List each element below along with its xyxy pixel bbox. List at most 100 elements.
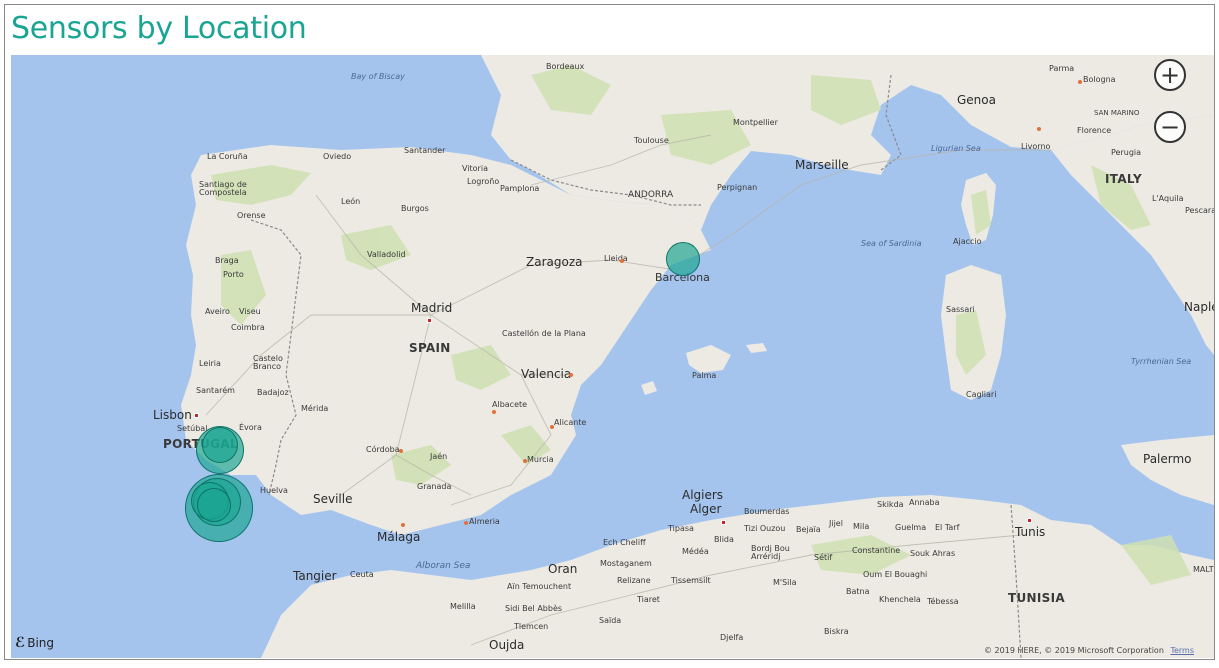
city-label-santarem: Santarém [196, 386, 235, 395]
city-label-valladolid: Valladolid [367, 250, 406, 259]
city-label-algiers: Algiers [682, 488, 724, 502]
city-label-bordj-bou-arreridj: Bordj Bou Arréridj [751, 544, 790, 561]
city-label-la-coruna: La Coruña [207, 152, 248, 161]
city-label-cagliari: Cagliari [966, 390, 997, 399]
city-label-toulouse: Toulouse [634, 136, 669, 145]
city-label-ceuta: Ceuta [350, 570, 374, 579]
city-label-alger: Alger [690, 502, 722, 516]
city-label-boumerdas: Boumerdas [744, 507, 790, 516]
city-label-naples: Naple [1184, 300, 1214, 314]
sea-label-bay-of-biscay: Bay of Biscay [351, 72, 405, 81]
city-label-palermo: Palermo [1143, 452, 1192, 466]
city-label-valencia: Valencia [521, 367, 572, 381]
capital-marker-tunis [1027, 518, 1032, 523]
city-label-melilla: Melilla [450, 602, 476, 611]
city-label-oum-el-bouaghi: Oum El Bouaghi [863, 570, 928, 579]
city-label-bordeaux: Bordeaux [546, 62, 585, 71]
city-label-vitoria: Vitoria [462, 164, 488, 173]
city-label-santander: Santander [404, 146, 446, 155]
city-label-jijel: Jijel [829, 519, 843, 528]
city-label-setif: Sétif [814, 553, 833, 562]
city-label-porto: Porto [223, 270, 244, 279]
city-dot [1037, 127, 1041, 131]
city-dot [550, 425, 554, 429]
city-label-oran: Oran [548, 562, 578, 576]
map-attribution: © 2019 HERE, © 2019 Microsoft Corporatio… [984, 646, 1194, 655]
visual-frame: Sensors by Location Bay of Biscay Liguri… [4, 4, 1215, 660]
city-label-relizane: Relizane [617, 576, 651, 585]
city-label-malta: MALT [1193, 565, 1214, 574]
city-label-parma: Parma [1049, 64, 1075, 73]
page-title: Sensors by Location [11, 11, 307, 46]
country-label-spain: SPAIN [409, 341, 451, 355]
capital-marker-madrid [427, 318, 432, 323]
land-mallorca [686, 345, 731, 373]
sensor-bubble-barcelona[interactable] [666, 242, 700, 276]
city-label-marseille: Marseille [795, 158, 849, 172]
city-label-albacete: Albacete [492, 400, 528, 409]
city-label-castellon: Castellón de la Plana [502, 329, 586, 338]
city-label-tunis: Tunis [1015, 525, 1046, 539]
city-label-skikda: Skikda [877, 500, 904, 509]
city-label-malaga: Málaga [377, 530, 421, 544]
land-ibiza [641, 381, 657, 395]
plus-icon: + [1159, 61, 1181, 89]
city-label-mostaganem: Mostaganem [600, 559, 652, 568]
zoom-out-button[interactable]: − [1154, 111, 1186, 143]
city-label-oujda: Oujda [489, 638, 525, 652]
city-dot [401, 523, 405, 527]
city-label-alicante: Alicante [554, 418, 587, 427]
minus-icon: − [1159, 113, 1181, 141]
city-dot [569, 373, 573, 377]
city-label-perugia: Perugia [1111, 148, 1142, 157]
city-label-palma: Palma [692, 371, 717, 380]
city-label-pamplona: Pamplona [500, 184, 540, 193]
city-label-khenchela: Khenchela [879, 595, 921, 604]
city-dot [523, 459, 527, 463]
city-label-el-tarf: El Tarf [935, 523, 960, 532]
city-label-lleida: Lleida [604, 254, 628, 263]
bing-logo: ℰ Bing [15, 635, 54, 651]
city-label-seville: Seville [313, 492, 353, 506]
bing-label: Bing [27, 636, 55, 650]
capital-marker-algiers [721, 520, 726, 525]
sea-label-tyrrhenian: Tyrrhenian Sea [1131, 357, 1192, 366]
city-dot [492, 410, 496, 414]
capital-marker-lisbon [194, 413, 199, 418]
city-label-zaragoza: Zaragoza [526, 255, 583, 269]
country-label-tunisia: TUNISIA [1008, 591, 1065, 605]
zoom-in-button[interactable]: + [1154, 59, 1186, 91]
city-label-ajaccio: Ajaccio [953, 237, 982, 246]
attribution-text: © 2019 HERE, © 2019 Microsoft Corporatio… [984, 646, 1164, 655]
city-label-saida: Saïda [599, 616, 622, 625]
city-label-huelva: Huelva [260, 486, 288, 495]
city-label-granada: Granada [417, 482, 452, 491]
city-label-tizi-ouzou: Tizi Ouzou [744, 524, 786, 533]
city-label-sidi-bel-abbes: Sidi Bel Abbès [505, 604, 563, 613]
city-label-livorno: Livorno [1021, 142, 1051, 151]
country-label-andorra: ANDORRA [628, 190, 674, 200]
map-canvas[interactable]: Bay of Biscay Ligurian Sea Sea of Sardin… [11, 55, 1214, 658]
city-label-cordoba: Córdoba [366, 445, 400, 454]
sea-label-ligurian: Ligurian Sea [931, 144, 981, 153]
city-label-leon: León [341, 197, 361, 206]
city-label-leiria: Leiria [199, 359, 221, 368]
country-label-italy: ITALY [1105, 172, 1142, 186]
city-label-mila: Mila [853, 522, 870, 531]
city-label-badajoz: Badajoz [257, 388, 289, 397]
city-dot [1078, 80, 1082, 84]
land-iberia [181, 145, 711, 535]
city-label-blida: Blida [714, 535, 734, 544]
city-label-medea: Médéa [682, 547, 709, 556]
bing-icon: ℰ [15, 635, 26, 651]
city-label-tlemcen: Tlemcen [514, 622, 549, 631]
city-dot [620, 259, 624, 263]
city-label-logrono: Logroño [467, 177, 500, 186]
city-label-santiago: Santiago de Compostela [199, 180, 247, 197]
city-label-jaen: Jaén [430, 452, 448, 461]
terms-link[interactable]: Terms [1170, 646, 1194, 655]
city-label-pescara: Pescara [1185, 206, 1214, 215]
city-label-constantine: Constantine [852, 546, 901, 555]
city-label-sassari: Sassari [946, 305, 975, 314]
sensor-bubble-algarve-d[interactable] [197, 488, 231, 522]
